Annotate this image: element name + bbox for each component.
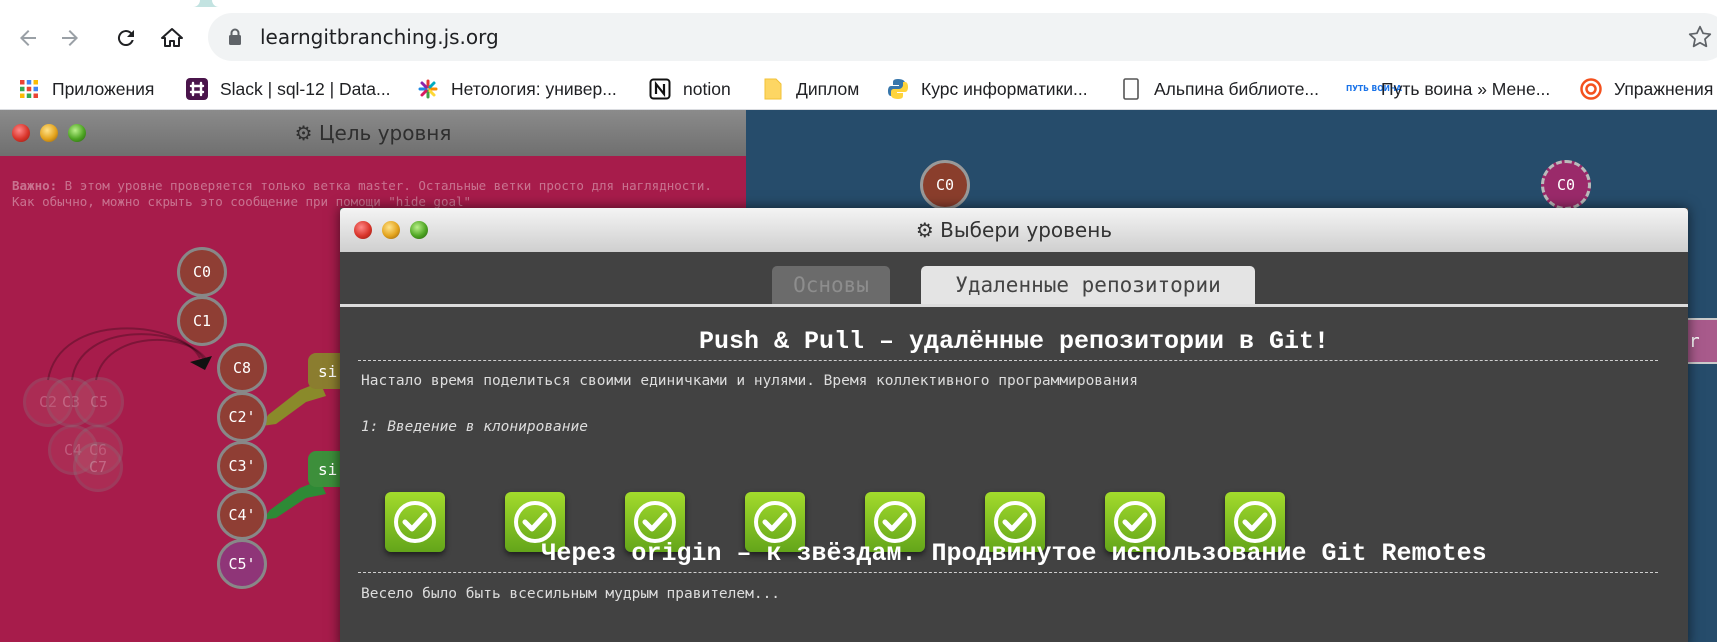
url-text: learngitbranching.js.org [260, 25, 499, 49]
bookmark-label: Упражнения [1614, 78, 1714, 99]
bookmark-label: Slack | sql-12 | Data... [220, 78, 391, 99]
slack-icon [186, 78, 208, 100]
level-name: 1: Введение в клонирование [361, 419, 588, 435]
tab-label: Основы [793, 273, 869, 297]
commit-node: C0 [177, 247, 227, 297]
level-select-window: ⚙ Выбери уровень Основы Удаленные репози… [340, 208, 1688, 642]
level-window-title: ⚙ Выбери уровень [340, 218, 1688, 242]
reload-button[interactable] [109, 21, 143, 55]
tab-basics[interactable]: Основы [772, 266, 890, 304]
commit-label: C0 [192, 263, 212, 281]
put-voina-icon: ПУТЬ ВОИНА [1346, 78, 1402, 100]
apps-grid-icon [18, 78, 40, 100]
commit-label: C8 [232, 359, 252, 377]
branch-tag-label: si [318, 459, 338, 479]
bookmark-slack[interactable]: Slack | sql-12 | Data... [186, 69, 391, 109]
forward-button[interactable] [53, 21, 87, 55]
checkmark-icon [754, 501, 796, 543]
bookmark-netology[interactable]: Нетология: универ... [417, 69, 617, 109]
document-icon [1120, 78, 1142, 100]
commit-label: C1 [192, 312, 212, 330]
tab-divider [340, 304, 1688, 307]
tab-remote-repos[interactable]: Удаленные репозитории [921, 266, 1255, 304]
checkmark-icon [994, 501, 1036, 543]
bookmark-label: Диплом [796, 78, 860, 99]
bookmark-put-voina[interactable]: ПУТЬ ВОИНА Путь воина » Мене... [1346, 69, 1551, 109]
commit-node: C4' [217, 490, 267, 540]
back-button[interactable] [11, 21, 45, 55]
target-icon [1580, 78, 1602, 100]
bookmark-exercises[interactable]: Упражнения [1580, 69, 1713, 109]
checkmark-icon [394, 501, 436, 543]
commit-node: C1 [177, 296, 227, 346]
branch-tag-label: si [318, 361, 338, 381]
checkmark-icon [874, 501, 916, 543]
tab-label: Удаленные репозитории [955, 273, 1221, 297]
tab-strip-area [212, 0, 1717, 7]
commit-node: C8 [217, 343, 267, 393]
address-bar[interactable]: learngitbranching.js.org [208, 13, 1717, 61]
bookmark-label: Путь воина » Мене... [1381, 78, 1551, 99]
bookmark-diplom[interactable]: Диплом [762, 69, 859, 109]
commit-label: C0 [1556, 176, 1576, 194]
notion-icon [649, 78, 671, 100]
tab-strip [0, 0, 1717, 7]
checkmark-icon [1114, 501, 1156, 543]
page-content: C0 C0 er ⚙ Цель уровня Важно: В этом уро… [0, 110, 1717, 642]
bookmark-python-course[interactable]: Курс информатики... [887, 69, 1088, 109]
level-window-titlebar: ⚙ Выбери уровень [340, 208, 1688, 252]
home-icon [161, 28, 183, 47]
home-button[interactable] [155, 21, 189, 55]
bookmark-apps[interactable]: Приложения [18, 69, 154, 109]
bookmark-notion[interactable]: notion [649, 69, 731, 109]
sequence-divider [358, 360, 1658, 361]
bookmark-alpina[interactable]: Альпина библиоте... [1120, 69, 1319, 109]
browser-toolbar: learngitbranching.js.org [0, 7, 1717, 69]
remote-commit-node: C0 [920, 160, 970, 210]
forward-arrow-icon [62, 30, 78, 46]
bookmark-star-icon[interactable] [1687, 24, 1713, 50]
commit-label: C5' [228, 555, 256, 573]
sequence-divider [358, 572, 1658, 573]
window-title-text: Выбери уровень [940, 218, 1113, 242]
sequence-about: Настало время поделиться своими единичка… [361, 373, 1138, 389]
netology-icon [417, 78, 439, 100]
commit-node: C2' [217, 392, 267, 442]
commit-label: C0 [935, 176, 955, 194]
python-icon [887, 78, 909, 100]
bookmark-label: Приложения [52, 78, 155, 99]
sequence-about: Весело было быть всесильным мудрым прави… [361, 586, 781, 602]
bookmark-label: notion [683, 78, 731, 99]
checkmark-icon [634, 501, 676, 543]
reload-icon [117, 30, 134, 47]
bookmark-label: Курс информатики... [921, 78, 1088, 99]
commit-label: C4' [228, 506, 256, 524]
back-arrow-icon [20, 30, 36, 46]
gear-icon: ⚙ [915, 218, 934, 242]
lock-icon [229, 28, 241, 45]
commit-label: C3' [228, 457, 256, 475]
folder-icon [762, 78, 784, 100]
bookmark-label: Нетология: универ... [451, 78, 617, 99]
commit-node: C3' [217, 441, 267, 491]
remote-commit-node: C0 [1541, 160, 1591, 210]
put-voina-logo-text: ПУТЬ ВОИНА [1346, 84, 1402, 93]
checkmark-icon [1234, 501, 1276, 543]
active-tab[interactable] [0, 0, 200, 7]
sequence-title: Через origin – к звёздам. Продвинутое ис… [541, 539, 1487, 568]
sequence-title: Push & Pull – удалённые репозитории в Gi… [698, 327, 1330, 356]
commit-node: C5' [217, 539, 267, 589]
checkmark-icon [514, 501, 556, 543]
commit-label: C2' [228, 408, 256, 426]
bookmarks-bar: Приложения Slack | sql-12 | Data... Нето… [0, 69, 1717, 110]
bookmark-label: Альпина библиоте... [1154, 78, 1320, 99]
